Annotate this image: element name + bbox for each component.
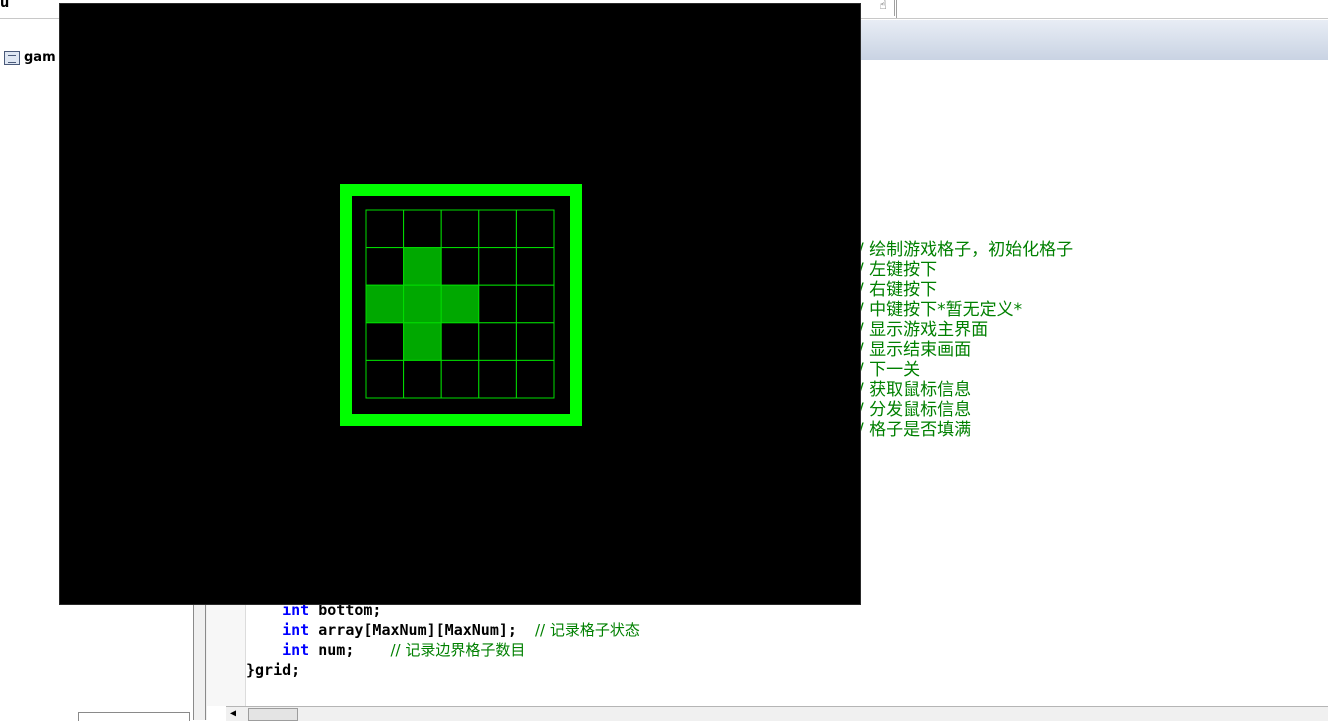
- keyword-int: int: [282, 641, 310, 659]
- game-window[interactable]: [59, 3, 861, 605]
- project-icon: [4, 50, 20, 65]
- code-comment: // 记录格子状态: [535, 621, 640, 639]
- horizontal-scrollbar[interactable]: ◀: [226, 706, 1328, 721]
- grid-cell[interactable]: [478, 284, 517, 324]
- code-comment: / 绘制游戏格子，初始化格子: [858, 240, 1074, 260]
- grid-cell[interactable]: [478, 247, 517, 286]
- grid-cell[interactable]: [515, 359, 555, 399]
- grid-cell[interactable]: [515, 247, 555, 286]
- code-comment: / 右键按下: [858, 280, 938, 300]
- grid-cell-filled[interactable]: [365, 284, 405, 324]
- grid-cell[interactable]: [403, 209, 442, 249]
- grid-cell[interactable]: [440, 247, 480, 286]
- scroll-left-icon[interactable]: ◀: [230, 708, 236, 719]
- grid-cell[interactable]: [365, 247, 405, 286]
- project-tree-item[interactable]: gam: [4, 50, 56, 65]
- code-comment: / 左键按下: [858, 260, 938, 280]
- window-title-fragment: u: [0, 0, 10, 11]
- grid-cell-filled[interactable]: [403, 322, 442, 361]
- game-canvas[interactable]: [60, 4, 860, 604]
- grid-cell[interactable]: [365, 209, 405, 249]
- code-comment: / 格子是否填满: [858, 420, 972, 440]
- grid-cell[interactable]: [478, 209, 517, 249]
- code-line-closing: }grid;: [246, 661, 301, 679]
- code-comment: / 获取鼠标信息: [858, 380, 972, 400]
- code-comment: / 分发鼠标信息: [858, 400, 972, 420]
- grid-cell[interactable]: [365, 359, 405, 399]
- grid-cell[interactable]: [478, 322, 517, 361]
- keyword-int: int: [282, 621, 310, 639]
- grid-cell[interactable]: [440, 209, 480, 249]
- grid-cell[interactable]: [515, 322, 555, 361]
- code-comment: / 中键按下*暂无定义*: [858, 300, 1023, 320]
- code-comment: // 记录边界格子数目: [390, 641, 526, 659]
- grid-cell[interactable]: [515, 209, 555, 249]
- game-grid: [365, 209, 555, 399]
- hand-icon[interactable]: ☝: [872, 0, 895, 16]
- grid-cell[interactable]: [478, 359, 517, 399]
- toolbar-divider: [896, 0, 897, 18]
- grid-cell[interactable]: [365, 322, 405, 361]
- grid-cell[interactable]: [440, 322, 480, 361]
- scrollbar-thumb[interactable]: [248, 708, 298, 721]
- grid-cell-filled[interactable]: [440, 284, 480, 324]
- code-line: int num; // 记录边界格子数目: [282, 641, 526, 659]
- grid-cell[interactable]: [440, 359, 480, 399]
- project-tree-item-label: gam: [24, 50, 56, 65]
- code-comment: / 下一关: [858, 360, 921, 380]
- grid-cell-filled[interactable]: [403, 247, 442, 286]
- grid-cell[interactable]: [403, 359, 442, 399]
- grid-cell[interactable]: [515, 284, 555, 324]
- grid-cell-filled[interactable]: [403, 284, 442, 324]
- code-line: int array[MaxNum][MaxNum]; // 记录格子状态: [282, 621, 640, 639]
- code-comment: / 显示游戏主界面: [858, 320, 989, 340]
- code-comment: / 显示结束画面: [858, 340, 972, 360]
